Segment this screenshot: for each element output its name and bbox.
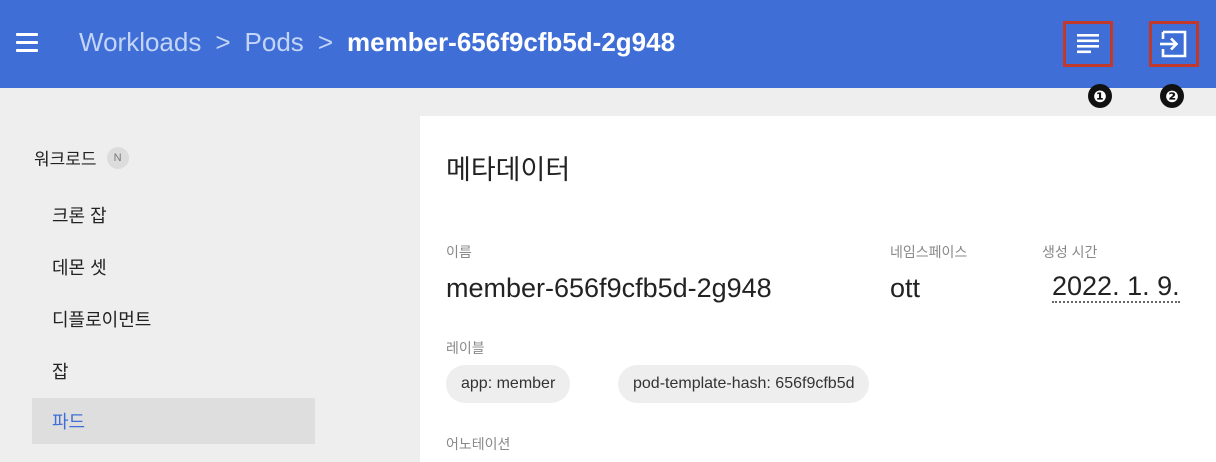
breadcrumb-separator: >: [317, 27, 333, 57]
sidebar-section-workloads: 워크로드 N: [34, 145, 129, 170]
exec-shell-icon: [1160, 30, 1187, 58]
namespace-value[interactable]: ott: [890, 273, 920, 304]
annotations-label: 어노테이션: [446, 436, 511, 452]
new-badge: N: [106, 146, 129, 169]
view-logs-button[interactable]: [1063, 21, 1113, 67]
sidebar-item-label: 잡: [52, 362, 69, 382]
sidebar-item-deployments[interactable]: 디플로이먼트: [32, 296, 315, 342]
breadcrumb: Workloads > Pods > member-656f9cfb5d-2g9…: [79, 27, 675, 58]
sidebar-item-label: 디플로이먼트: [52, 310, 152, 330]
callout-2-badge: ❷: [1160, 84, 1184, 108]
breadcrumb-current-pod: member-656f9cfb5d-2g948: [347, 27, 676, 57]
sidebar-item-daemonsets[interactable]: 데몬 셋: [32, 244, 315, 290]
name-label: 이름: [446, 244, 472, 260]
callout-1-badge: ❶: [1088, 84, 1112, 108]
sidebar-item-pods[interactable]: 파드: [32, 398, 315, 444]
labels-label: 레이블: [446, 340, 485, 356]
created-value[interactable]: 2022. 1. 9.: [1052, 271, 1180, 303]
sidebar-item-label: 파드: [52, 412, 86, 432]
sidebar-section-title: 워크로드: [34, 150, 97, 169]
created-label: 생성 시간: [1042, 244, 1098, 260]
sidebar-item-cronjobs[interactable]: 크론 잡: [32, 192, 315, 238]
sidebar-item-jobs[interactable]: 잡: [32, 348, 315, 394]
metadata-card: 메타데이터 이름 member-656f9cfb5d-2g948 네임스페이스 …: [420, 116, 1216, 462]
exec-shell-button[interactable]: [1149, 21, 1199, 67]
card-title: 메타데이터: [446, 155, 571, 185]
sidebar-item-label: 데몬 셋: [52, 258, 107, 278]
breadcrumb-pods[interactable]: Pods: [245, 27, 304, 58]
menu-icon[interactable]: [14, 30, 40, 56]
label-chip: pod-template-hash: 656f9cfb5d: [618, 365, 870, 403]
logs-icon: [1077, 34, 1099, 54]
top-app-bar: Workloads > Pods > member-656f9cfb5d-2g9…: [0, 0, 1216, 88]
namespace-label: 네임스페이스: [890, 244, 968, 260]
sidebar-item-label: 크론 잡: [52, 206, 107, 226]
sidebar: 워크로드 N 크론 잡 데몬 셋 디플로이먼트 잡 파드: [0, 88, 400, 462]
label-chip: app: member: [446, 365, 571, 403]
breadcrumb-separator: >: [215, 27, 231, 57]
name-value: member-656f9cfb5d-2g948: [446, 273, 772, 303]
breadcrumb-workloads[interactable]: Workloads: [79, 27, 201, 58]
